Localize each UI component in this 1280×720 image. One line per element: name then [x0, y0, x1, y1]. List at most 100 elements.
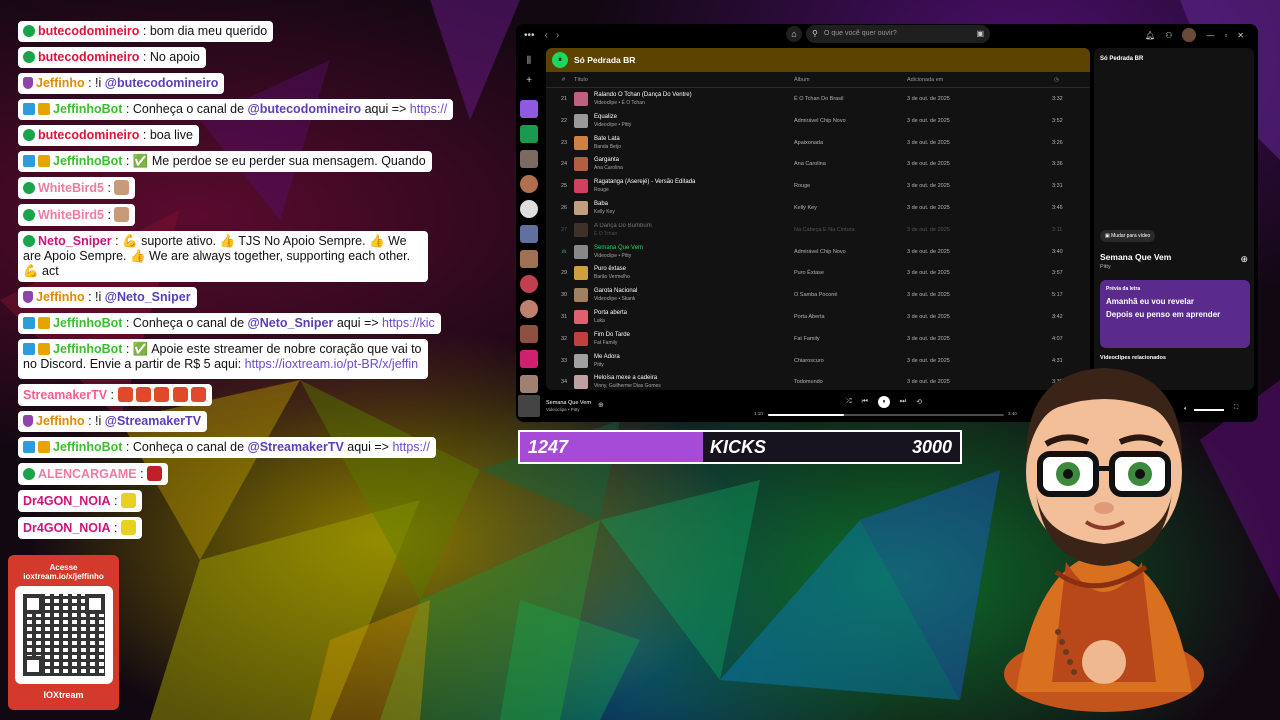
track-row[interactable]: ılı Semana Que Vem Videoclipe • Pitty Admir… — [546, 241, 1090, 263]
browse-icon[interactable]: ▣ — [976, 25, 984, 43]
avatar[interactable] — [1182, 28, 1197, 42]
chat-link[interactable]: https:// — [410, 102, 448, 116]
add-to-library-icon[interactable]: ⊕ — [598, 401, 604, 409]
sidebar-item-playlist[interactable] — [520, 350, 538, 368]
col-added[interactable]: Adicionada em — [907, 77, 943, 83]
player-song-title[interactable]: Semana Que Vem — [546, 400, 591, 406]
search-input[interactable]: ⚲ O que você quer ouvir? ▣ — [806, 25, 990, 43]
chat-mention[interactable]: @Neto_Sniper — [105, 290, 191, 304]
track-album[interactable]: Admirável Chip Novo — [794, 249, 846, 255]
track-artist[interactable]: É O Tchan — [594, 231, 617, 237]
track-album[interactable]: Ana Carolina — [794, 161, 826, 167]
track-row[interactable]: 32 Fim Do Tarde Fat Family Fat Family 3 de o… — [546, 328, 1090, 350]
chat-username[interactable]: Jeffinho — [36, 290, 85, 304]
track-album[interactable]: Chiaroscuro — [794, 358, 824, 364]
progress-bar[interactable] — [768, 414, 1004, 416]
back-icon[interactable]: ‹ — [545, 30, 548, 41]
track-title[interactable]: Equalize — [594, 114, 617, 120]
chat-link[interactable]: https://kic — [382, 316, 435, 330]
chat-username[interactable]: Jeffinho — [36, 76, 85, 90]
saved-episodes-icon[interactable] — [520, 125, 538, 143]
next-icon[interactable]: ⏭ — [900, 398, 906, 406]
chat-link[interactable]: https://ioxtream.io/pt-BR/x/jeffin — [245, 357, 418, 371]
add-icon[interactable]: ⊕ — [1240, 254, 1248, 265]
chat-username[interactable]: butecodomineiro — [38, 24, 139, 38]
sidebar-item-playlist[interactable] — [520, 375, 538, 393]
track-row[interactable]: 25 Ragatanga (Aserejé) - Versão Editada Ro… — [546, 175, 1090, 197]
track-row[interactable]: 24 Garganta Ana Carolina Ana Carolina 3 de o… — [546, 153, 1090, 175]
track-title[interactable]: Me Adora — [594, 354, 620, 360]
chat-link[interactable]: https:// — [392, 440, 430, 454]
track-title[interactable]: Heloísa mexe a cadeira — [594, 375, 657, 381]
track-album[interactable]: Porta Aberta — [794, 314, 825, 320]
now-playing-artist[interactable]: Pitty — [1100, 264, 1111, 270]
library-icon[interactable]: ⫼ — [520, 55, 538, 73]
chat-username[interactable]: JeffinhoBot — [53, 316, 122, 330]
previous-icon[interactable]: ⏮ — [862, 398, 868, 406]
chat-username[interactable]: butecodomineiro — [38, 128, 139, 142]
track-title[interactable]: Baba — [594, 201, 608, 207]
track-row[interactable]: 27 A Dança Do Bumbum É O Tchan Na Cabeça E … — [546, 219, 1090, 241]
track-album[interactable]: Todomundo — [794, 379, 823, 385]
chat-username[interactable]: JeffinhoBot — [53, 154, 122, 168]
track-row[interactable]: 23 Bate Lata Banda Beijo Apaixonada 3 de out… — [546, 132, 1090, 154]
sidebar-item-artist[interactable] — [520, 175, 538, 193]
chat-mention[interactable]: @butecodomineiro — [105, 76, 219, 90]
track-title[interactable]: Garganta — [594, 157, 619, 163]
track-title[interactable]: Puro êxtase — [594, 266, 626, 272]
track-row[interactable]: 31 Porta aberta Luka Porta Aberta 3 de out. … — [546, 306, 1090, 328]
pause-button[interactable]: ⏸ — [877, 396, 890, 408]
sidebar-item-playlist[interactable] — [520, 150, 538, 168]
forward-icon[interactable]: › — [556, 30, 559, 41]
track-album[interactable]: Na Cabeça E Na Cintura — [794, 227, 855, 233]
chat-username[interactable]: ALENCARGAME — [38, 467, 137, 481]
track-row[interactable]: 26 Baba Kelly Key Kelly Key 3 de out. de 202… — [546, 197, 1090, 219]
track-artist[interactable]: Barão Vermelho — [594, 274, 630, 280]
chat-username[interactable]: WhiteBird5 — [38, 181, 104, 195]
chat-username[interactable]: Jeffinho — [36, 414, 85, 428]
sidebar-item-artist[interactable] — [520, 300, 538, 318]
lyrics-preview[interactable]: Prévia da letra Amanhã eu vou revelar De… — [1100, 280, 1250, 348]
plus-icon[interactable]: + — [520, 75, 538, 93]
track-row[interactable]: 21 Ralando O Tchan (Dança Do Ventre) Video… — [546, 88, 1090, 110]
switch-video-button[interactable]: ▣ Mudar para vídeo — [1100, 230, 1156, 242]
chat-username[interactable]: butecodomineiro — [38, 50, 139, 64]
liked-songs-icon[interactable] — [520, 100, 538, 118]
track-artist[interactable]: Ana Carolina — [594, 165, 623, 171]
menu-icon[interactable]: ••• — [524, 30, 535, 41]
track-title[interactable]: Porta aberta — [594, 310, 627, 316]
track-album[interactable]: Kelly Key — [794, 205, 817, 211]
track-row[interactable]: 30 Garota Nacional Videoclipe • Skank O Sam… — [546, 284, 1090, 306]
sidebar-item-playlist[interactable] — [520, 250, 538, 268]
col-album[interactable]: Álbum — [794, 77, 810, 83]
track-artist[interactable]: Videoclipe • Pitty — [594, 122, 631, 128]
sidebar-item-artist[interactable] — [520, 275, 538, 293]
friends-icon[interactable]: ⚇ — [1165, 31, 1172, 40]
track-title[interactable]: Bate Lata — [594, 136, 620, 142]
track-artist[interactable]: Videoclipe • Pitty — [594, 253, 631, 259]
track-title[interactable]: Semana Que Vem — [594, 245, 643, 251]
player-song-sub[interactable]: Videoclipe • Pitty — [546, 407, 580, 412]
track-row[interactable]: 29 Puro êxtase Barão Vermelho Puro Êxtase 3 … — [546, 262, 1090, 284]
chat-username[interactable]: Dr4GON_NOIA — [23, 494, 111, 508]
chat-mention[interactable]: @Neto_Sniper — [248, 316, 334, 330]
track-row[interactable]: 22 Equalize Videoclipe • Pitty Admirável Ch… — [546, 110, 1090, 132]
chat-mention[interactable]: @butecodomineiro — [248, 102, 362, 116]
home-icon[interactable]: ⌂ — [786, 26, 802, 42]
minimize-icon[interactable]: — — [1206, 31, 1214, 40]
track-album[interactable]: Fat Family — [794, 336, 820, 342]
track-artist[interactable]: Videoclipe • É O Tchan — [594, 100, 645, 106]
chat-username[interactable]: WhiteBird5 — [38, 208, 104, 222]
track-title[interactable]: A Dança Do Bumbum — [594, 223, 652, 229]
close-icon[interactable]: ✕ — [1237, 31, 1244, 40]
track-artist[interactable]: Rouge — [594, 187, 609, 193]
chat-mention[interactable]: @StreamakerTV — [248, 440, 344, 454]
track-artist[interactable]: Pitty — [594, 362, 604, 368]
sidebar-item-playlist[interactable] — [520, 325, 538, 343]
shuffle-icon[interactable]: ⤮ — [846, 398, 852, 406]
now-playing-song[interactable]: Semana Que Vem — [1100, 252, 1171, 262]
fullscreen-icon[interactable]: ⛶ — [1234, 405, 1238, 412]
chat-username[interactable]: JeffinhoBot — [53, 102, 122, 116]
track-album[interactable]: Puro Êxtase — [794, 270, 824, 276]
maximize-icon[interactable]: ▫ — [1224, 31, 1227, 40]
